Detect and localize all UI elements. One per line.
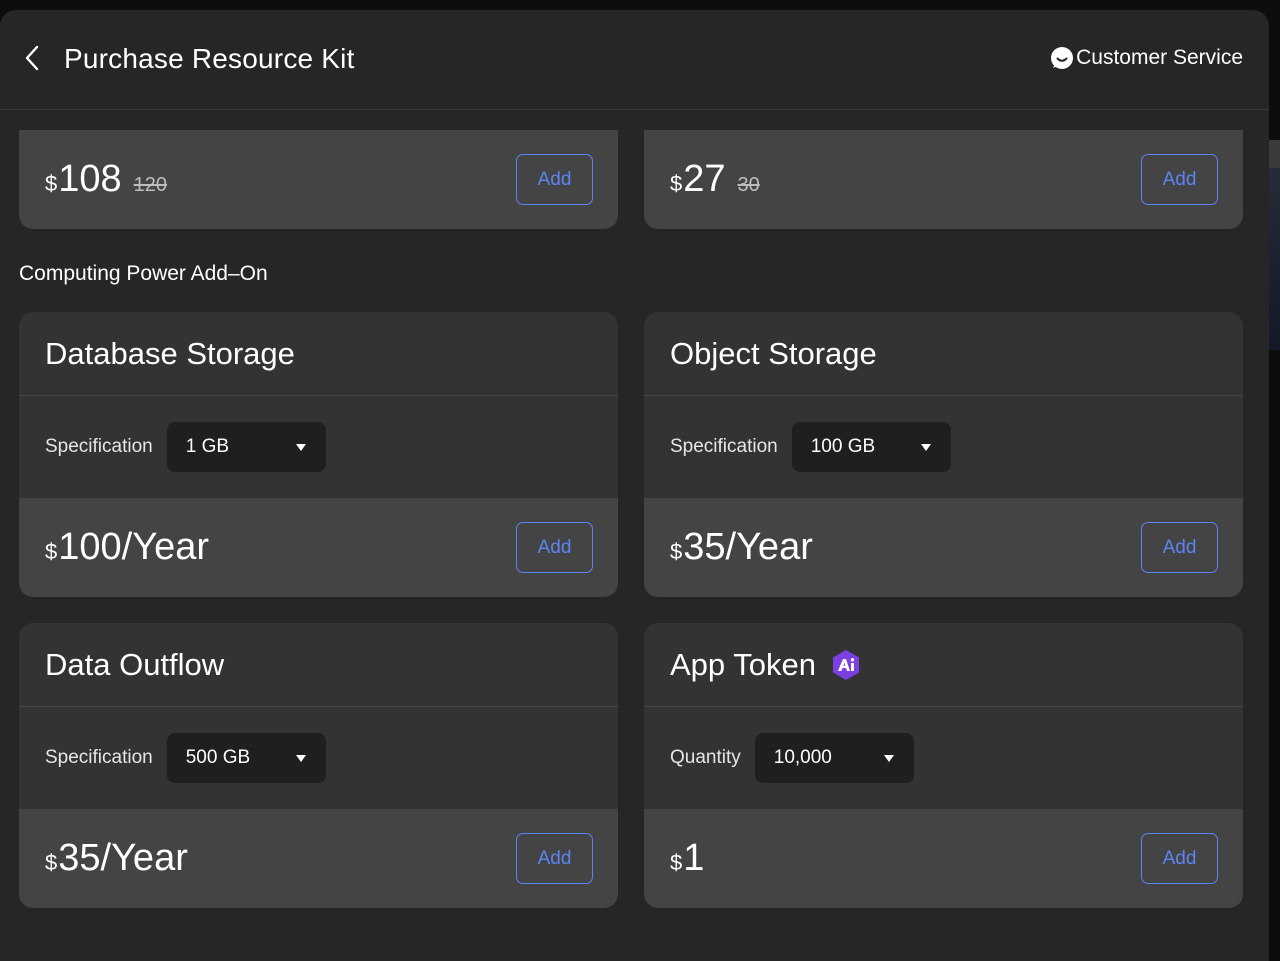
page-title: Purchase Resource Kit [64, 43, 355, 74]
add-button[interactable]: Add [516, 154, 593, 205]
customer-service-label: Customer Service [1076, 46, 1243, 69]
caret-down-icon [883, 754, 894, 762]
card-title: Object Storage [644, 312, 1243, 396]
quantity-select[interactable]: 10,000 [754, 733, 914, 783]
original-price: 120 [133, 174, 168, 196]
original-price: 30 [737, 174, 760, 196]
price: $ 1 [670, 837, 704, 880]
spec-label: Specification [670, 436, 778, 457]
add-button[interactable]: Add [516, 522, 593, 573]
caret-down-icon [920, 443, 931, 451]
spec-select[interactable]: 500 GB [166, 733, 326, 783]
caret-down-icon [295, 754, 306, 762]
top-card-2-footer: $ 27 30 Add [644, 130, 1243, 229]
card-footer: $ 35/Year Add [19, 809, 618, 908]
spec-row: Specification 100 GB [644, 396, 1243, 498]
price: $ 108 120 [45, 158, 167, 201]
card-footer: $ 1 Add [644, 809, 1243, 908]
add-button[interactable]: Add [1141, 833, 1218, 884]
chevron-left-icon [23, 44, 41, 77]
card-title: Data Outflow [19, 623, 618, 707]
card-title: App Token [670, 646, 816, 682]
addon-card-database-storage: Database Storage Specification 1 GB $ 10… [19, 312, 618, 597]
currency-symbol: $ [45, 171, 58, 196]
price-amount: 27 [683, 158, 726, 200]
card-footer: $ 35/Year Add [644, 498, 1243, 597]
customer-service-link[interactable]: Customer Service [1050, 46, 1243, 70]
price-amount: 108 [58, 158, 122, 200]
price-amount: 35/Year [58, 837, 188, 879]
purchase-panel: Purchase Resource Kit Customer Service $… [0, 10, 1269, 961]
add-button[interactable]: Add [1141, 522, 1218, 573]
price-amount: 100/Year [58, 526, 209, 568]
price: $ 35/Year [45, 837, 188, 880]
addon-card-object-storage: Object Storage Specification 100 GB $ 35… [644, 312, 1243, 597]
addon-card-data-outflow: Data Outflow Specification 500 GB $ 35/Y… [19, 623, 618, 908]
background-edge [1268, 140, 1280, 350]
currency-symbol: $ [45, 539, 58, 564]
spec-label: Specification [45, 436, 153, 457]
top-card-2: $ 27 30 Add [644, 130, 1243, 229]
price-amount: 1 [683, 837, 705, 879]
select-value: 1 GB [185, 436, 230, 457]
currency-symbol: $ [45, 850, 58, 875]
header: Purchase Resource Kit Customer Service [0, 10, 1269, 110]
price-amount: 35/Year [683, 526, 813, 568]
card-title: Database Storage [19, 312, 618, 396]
back-button[interactable] [18, 44, 46, 76]
ai-badge-icon [830, 649, 862, 681]
add-button[interactable]: Add [1141, 154, 1218, 205]
price: $ 35/Year [670, 526, 813, 569]
currency-symbol: $ [670, 539, 683, 564]
spec-row: Specification 1 GB [19, 396, 618, 498]
addon-card-app-token: App Token Quantity 10,000 $ 1 Add [644, 623, 1243, 908]
card-footer: $ 100/Year Add [19, 498, 618, 597]
chat-bubble-icon [1050, 46, 1074, 70]
price: $ 100/Year [45, 526, 209, 569]
add-button[interactable]: Add [516, 833, 593, 884]
section-title: Computing Power Add–On [19, 262, 268, 285]
top-card-1: $ 108 120 Add [19, 130, 618, 229]
caret-down-icon [295, 443, 306, 451]
select-value: 10,000 [773, 747, 832, 768]
currency-symbol: $ [670, 850, 683, 875]
price: $ 27 30 [670, 158, 760, 201]
spec-row: Quantity 10,000 [644, 707, 1243, 809]
select-value: 100 GB [810, 436, 876, 457]
select-value: 500 GB [185, 747, 251, 768]
spec-row: Specification 500 GB [19, 707, 618, 809]
top-card-1-footer: $ 108 120 Add [19, 130, 618, 229]
currency-symbol: $ [670, 171, 683, 196]
card-title-row: App Token [644, 623, 1243, 707]
spec-label: Specification [45, 747, 153, 768]
quantity-label: Quantity [670, 747, 741, 768]
background-edge-top [1268, 140, 1280, 168]
spec-select[interactable]: 100 GB [791, 422, 951, 472]
spec-select[interactable]: 1 GB [166, 422, 326, 472]
